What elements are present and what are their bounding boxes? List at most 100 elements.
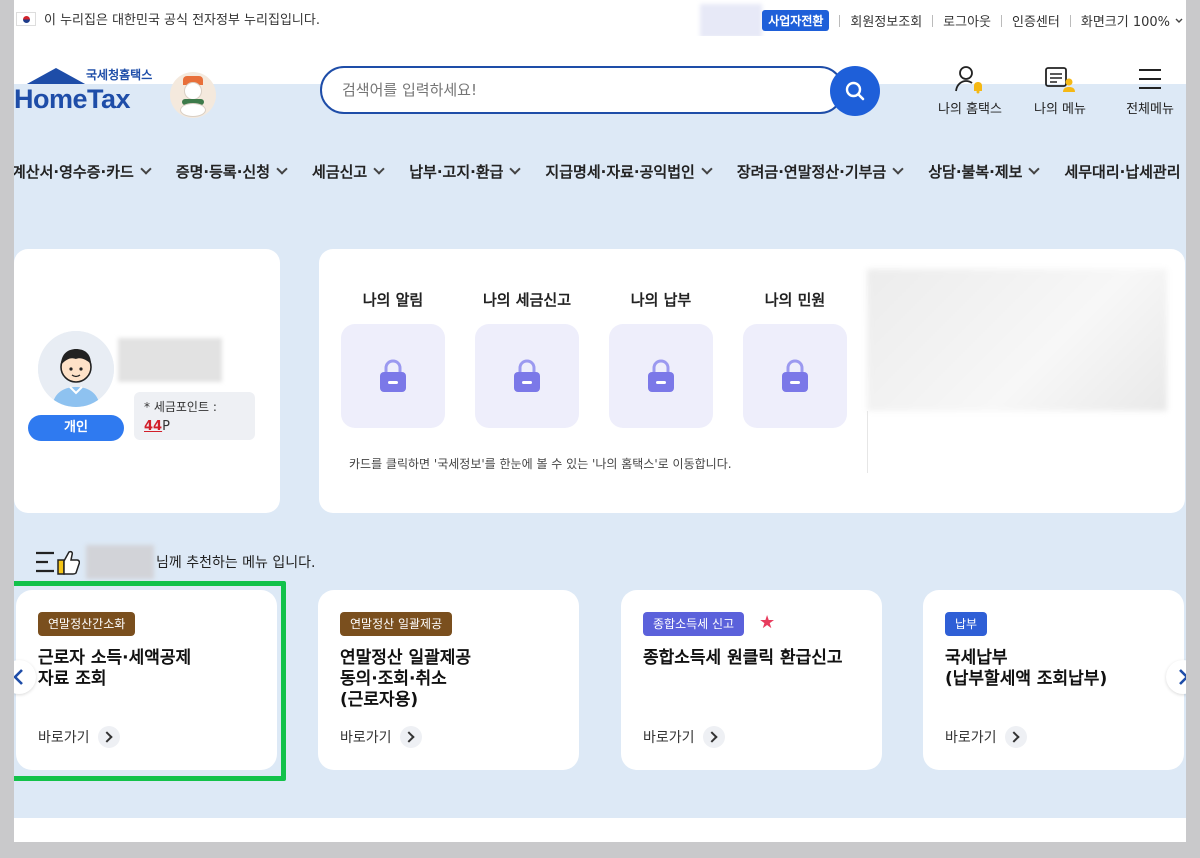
chevron-right-icon [1004, 726, 1027, 748]
lock-icon [380, 359, 406, 392]
chevron-right-icon [399, 726, 422, 748]
full-menu-label: 전체메뉴 [1126, 102, 1174, 117]
profile-card: 개인 * 세금포인트 : 44P [14, 249, 280, 513]
member-info-link[interactable]: 회원정보조회 [850, 11, 922, 30]
thumbs-up-list-icon [36, 550, 80, 575]
card-title: 종합소득세 원클릭 환급신고 [643, 648, 843, 668]
lock-icon [648, 359, 674, 392]
menu-user-icon [1045, 67, 1075, 92]
hamburger-icon [1139, 69, 1161, 89]
gnb-label: 증명·등록·신청 [175, 162, 271, 181]
card-tag: 납부 [945, 612, 988, 636]
gov-notice[interactable]: 이 누리집은 대한민국 공식 전자정부 누리집입니다. [16, 9, 320, 28]
chevron-down-icon [701, 163, 713, 175]
gnb-item-incentive[interactable]: 장려금·연말정산·기부금 [736, 161, 904, 182]
tax-points-box[interactable]: * 세금포인트 : 44P [134, 392, 255, 440]
my-hometax-button[interactable]: 나의 홈택스 [934, 64, 1006, 117]
hometax-logo[interactable]: 국세청홈택스 HomeTax [14, 66, 1186, 704]
chevron-right-icon [702, 726, 725, 748]
recommend-card[interactable]: 종합소득세 신고 ★ 종합소득세 원클릭 환급신고 바로가기 [621, 590, 882, 770]
divider [932, 14, 934, 27]
chevron-down-icon [1175, 18, 1183, 23]
points-unit: P [162, 419, 170, 434]
tax-points-value: 44P [144, 419, 245, 434]
cert-center-link[interactable]: 인증센터 [1012, 11, 1060, 30]
chevron-left-icon [13, 669, 23, 685]
gnb-item-consult[interactable]: 상담·불복·제보 [928, 161, 1041, 182]
gnb-item-statement[interactable]: 지급명세·자료·공익법인 [545, 161, 713, 182]
tile-label: 나의 민원 [764, 291, 826, 309]
header: 국세청홈택스 HomeTax 나의 홈택스 [12, 36, 1199, 704]
go-label: 바로가기 [643, 730, 695, 746]
go-label: 바로가기 [340, 730, 392, 746]
my-hometax-card: 나의 알림 나의 세금신고 나의 납부 나의 민원 카드를 클릭하면 '국세정보… [319, 249, 1185, 513]
tile-label: 나의 납부 [630, 291, 692, 309]
tile-label: 나의 알림 [362, 291, 424, 309]
tile-box [341, 324, 445, 428]
gnb-item-payment[interactable]: 납부·고지·환급 [409, 161, 522, 182]
blurred-name [118, 338, 222, 382]
frame-bottom [0, 842, 1200, 858]
recommend-text: 님께 추천하는 메뉴 입니다. [156, 555, 316, 571]
go-label: 바로가기 [945, 730, 997, 746]
blurred-region [867, 269, 1167, 411]
chevron-down-icon [140, 163, 152, 175]
go-link[interactable]: 바로가기 [945, 726, 1027, 748]
gov-notice-text: 이 누리집은 대한민국 공식 전자정부 누리집입니다. [44, 13, 320, 28]
tile-label: 나의 세금신고 [482, 291, 572, 309]
business-switch-button[interactable]: 사업자전환 [762, 10, 830, 31]
recommend-heading: 님께 추천하는 메뉴 입니다. [34, 545, 315, 579]
blurred-region [700, 4, 762, 38]
utility-bar: 이 누리집은 대한민국 공식 전자정부 누리집입니다. 사업자전환 회원정보조회… [0, 0, 1200, 38]
tax-points-label: * 세금포인트 : [144, 400, 217, 414]
card-tag: 연말정산 일괄제공 [340, 612, 453, 636]
header-icons: 나의 홈택스 나의 메뉴 전체메뉴 [934, 64, 1186, 117]
my-menu-button[interactable]: 나의 메뉴 [1024, 64, 1096, 117]
star-icon: ★ [759, 612, 776, 633]
lock-icon [782, 359, 808, 392]
selection-highlight [8, 581, 286, 781]
snowman-icon [170, 72, 216, 118]
gnb-item-tax-report[interactable]: 세금신고 [312, 161, 385, 182]
utility-links: 사업자전환 회원정보조회 로그아웃 인증센터 화면크기 100% [762, 10, 1184, 31]
tile-box [609, 324, 713, 428]
gnb-label: 계산서·영수증·카드 [12, 162, 134, 181]
gnb-item-agent[interactable]: 세무대리·납세관리 [1064, 161, 1199, 182]
card-tag: 종합소득세 신고 [643, 612, 745, 636]
user-avatar-icon [38, 331, 114, 407]
tile-my-payment[interactable]: 나의 납부 [609, 289, 713, 428]
card-title: 국세납부 (납부할세액 조회납부) [945, 648, 1108, 689]
chevron-down-icon [276, 163, 288, 175]
frame-right [1186, 0, 1200, 858]
gnb-item-invoice[interactable]: 계산서·영수증·카드 [12, 161, 152, 182]
search-icon [845, 81, 865, 101]
my-menu-label: 나의 메뉴 [1034, 102, 1086, 117]
tile-my-tax-report[interactable]: 나의 세금신고 [475, 289, 579, 428]
zoom-select[interactable]: 화면크기 100% [1081, 11, 1170, 30]
go-link[interactable]: 바로가기 [340, 726, 422, 748]
frame-left [0, 0, 14, 858]
tile-my-notice[interactable]: 나의 알림 [341, 289, 445, 428]
go-link[interactable]: 바로가기 [643, 726, 725, 748]
card-title: 연말정산 일괄제공 동의·조회·취소 (근로자용) [340, 648, 472, 710]
gnb-label: 장려금·연말정산·기부금 [736, 162, 887, 181]
gnb-label: 상담·불복·제보 [928, 162, 1023, 181]
chevron-down-icon [373, 163, 385, 175]
chevron-down-icon [1028, 163, 1041, 175]
gnb-label: 납부·고지·환급 [409, 162, 504, 181]
gnb-label: 세금신고 [312, 162, 368, 181]
tile-box [743, 324, 847, 428]
tile-box [475, 324, 579, 428]
recommend-card[interactable]: 납부 국세납부 (납부할세액 조회납부) 바로가기 [923, 590, 1184, 770]
full-menu-button[interactable]: 전체메뉴 [1114, 64, 1186, 117]
tile-my-petition[interactable]: 나의 민원 [743, 289, 847, 428]
gnb-item-certificate[interactable]: 증명·등록·신청 [175, 161, 288, 182]
recommend-card[interactable]: 연말정산 일괄제공 연말정산 일괄제공 동의·조회·취소 (근로자용) 바로가기 [318, 590, 579, 770]
logout-link[interactable]: 로그아웃 [943, 11, 991, 30]
gnb-label: 세무대리·납세관리 [1064, 162, 1181, 181]
personal-badge[interactable]: 개인 [28, 415, 124, 441]
search-button[interactable] [830, 66, 880, 116]
lock-icon [514, 359, 540, 392]
gnb-label: 지급명세·자료·공익법인 [545, 162, 695, 181]
search-input[interactable] [320, 66, 844, 114]
